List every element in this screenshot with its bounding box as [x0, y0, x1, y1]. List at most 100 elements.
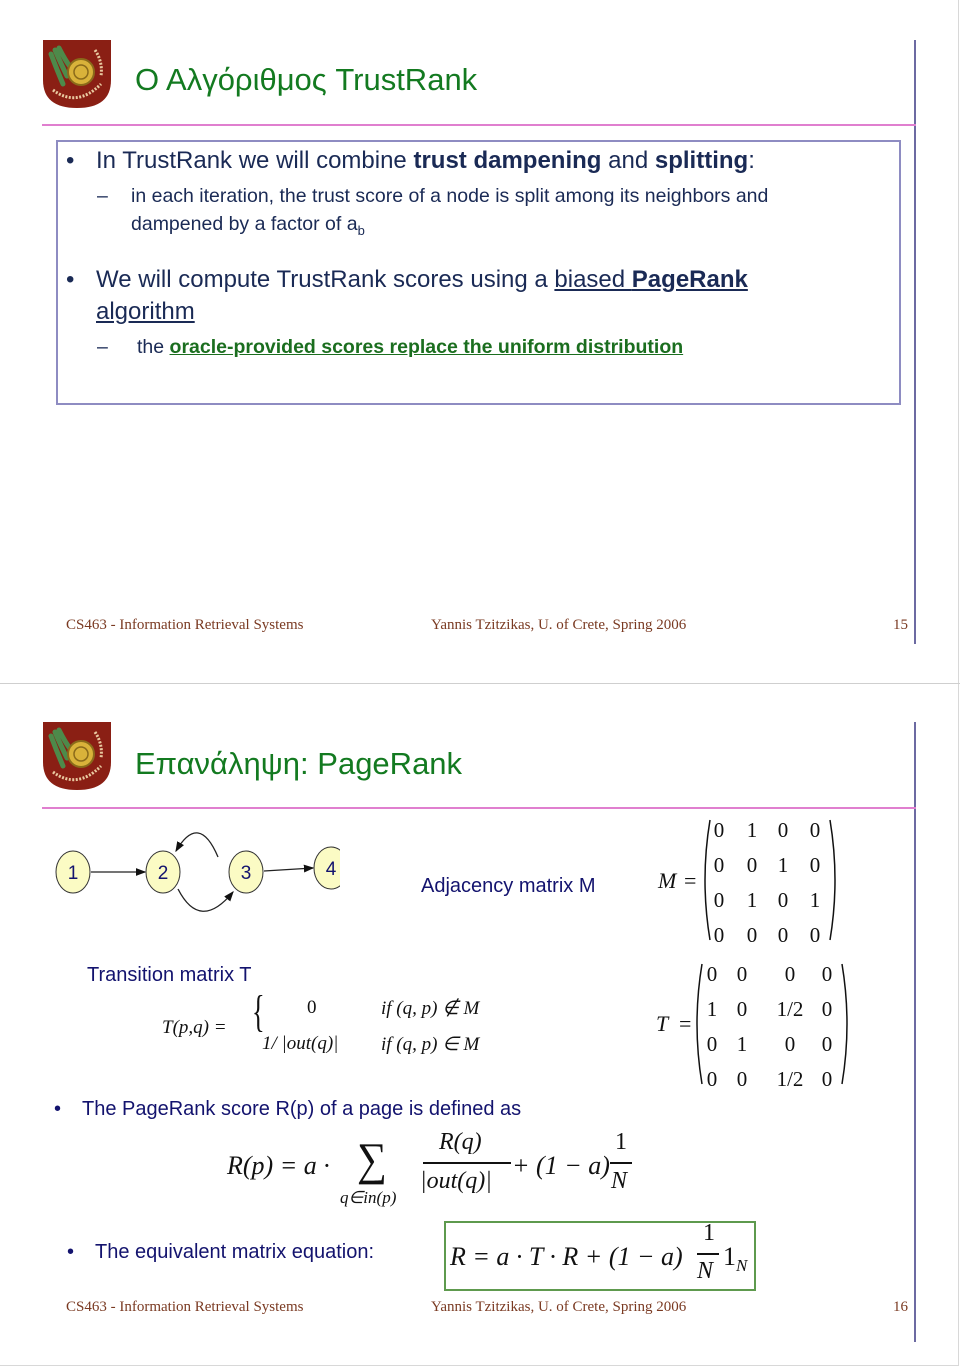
university-logo-icon	[43, 40, 111, 108]
sub-bullet-oracle: – the oracle-provided scores replace the…	[97, 336, 684, 358]
matrix-cell-r3-c4: 1	[809, 888, 821, 912]
case2-value: 1/ |out(q)|	[262, 1033, 339, 1054]
cases-brace: {	[252, 987, 265, 1036]
fraction-bar	[697, 1253, 719, 1255]
case1-value: 0	[307, 997, 317, 1018]
matrix-cell-r4-c3: 1/2	[776, 1067, 804, 1091]
formula-damping-term: + (1 − a)	[512, 1151, 610, 1180]
fraction-bar	[423, 1162, 511, 1164]
adjacency-symbol: M	[658, 868, 677, 893]
matrix-cell-r2-c4: 0	[821, 997, 833, 1021]
matrix-cell-r2-c3: 1	[777, 853, 789, 877]
link-algorithm[interactable]: algorithm	[96, 298, 195, 325]
ones-vector: 1N	[723, 1242, 748, 1276]
graph-node-4: 4	[313, 846, 340, 890]
svg-text:3: 3	[241, 863, 252, 884]
footer-page-number: 15	[893, 617, 908, 633]
bullet-biased-pagerank: • We will compute TrustRank scores using…	[66, 266, 748, 293]
matrix-cell-r4-c1: 0	[706, 1067, 718, 1091]
matrix-cell-r1-c4: 0	[821, 962, 833, 986]
edge-3-2	[175, 832, 219, 858]
matrix-equation: R = a · T · R + (1 − a) 1 N 1N	[444, 1220, 756, 1291]
matrix-cell-r3-c3: 0	[777, 888, 789, 912]
fraction-numerator: R(q)	[439, 1129, 482, 1155]
matrix-cell-r1-c4: 0	[809, 818, 821, 842]
matrix-cell-r4-c1: 0	[713, 923, 725, 947]
transition-label: Transition matrix T	[87, 964, 252, 986]
matrix-cell-r2-c1: 1	[706, 997, 718, 1021]
matrix-cell-r4-c2: 0	[736, 1067, 748, 1091]
slide-title: Επανάληψη: PageRank	[135, 746, 463, 781]
matrix-cell-r1-c3: 0	[777, 818, 789, 842]
slide-title: Ο Αλγόριθμος TrustRank	[135, 62, 478, 97]
slide-15: Ο Αλγόριθμος TrustRank • In TrustRank we…	[0, 0, 960, 683]
sum-symbol: ∑	[357, 1134, 387, 1186]
fraction-bar	[610, 1162, 632, 1164]
bullet-icon: •	[66, 266, 75, 293]
matrix-cell-r1-c2: 0	[736, 962, 748, 986]
matrix-cell-r2-c3: 1/2	[776, 997, 804, 1021]
svg-text:1: 1	[68, 863, 79, 884]
matrix-cell-r2-c2: 0	[746, 853, 758, 877]
matrix-cell-r2-c4: 0	[809, 853, 821, 877]
link-oracle-scores[interactable]: oracle-provided scores replace the unifo…	[170, 336, 684, 358]
matrix-cell-r4-c4: 0	[821, 1067, 833, 1091]
transition-equals: =	[679, 1011, 692, 1036]
fraction-denominator: |out(q)|	[420, 1168, 492, 1194]
matrix-cell-r1-c2: 1	[746, 818, 758, 842]
matrix-cell-r2-c1: 0	[713, 853, 725, 877]
matrix-cell-r3-c2: 1	[736, 1032, 748, 1056]
term-trust-dampening: trust dampening	[413, 147, 602, 174]
svg-text:2: 2	[158, 863, 169, 884]
bullet-icon: •	[66, 147, 75, 174]
matrix-cell-r3-c1: 0	[706, 1032, 718, 1056]
matrix-cell-r1-c1: 0	[706, 962, 718, 986]
matrix-cell-r2-c2: 0	[736, 997, 748, 1021]
fraction-N: N	[697, 1258, 714, 1284]
fraction-N: N	[611, 1168, 628, 1194]
link-pagerank[interactable]: PageRank	[632, 266, 748, 293]
pagerank-def-bullet: • The PageRank score R(p) of a page is d…	[54, 1098, 522, 1120]
slide-right-border	[914, 40, 916, 644]
footer-author: Yannis Tzitzikas, U. of Crete, Spring 20…	[431, 1299, 687, 1315]
footer-course: CS463 - Information Retrieval Systems	[66, 1299, 304, 1315]
sub-bullet-iteration: – in each iteration, the trust score of …	[97, 185, 769, 207]
dash-icon: –	[97, 336, 108, 358]
matrix-cell-r1-c3: 0	[784, 962, 796, 986]
edge-3-4	[263, 864, 315, 873]
graph-node-1: 1	[55, 850, 91, 894]
transition-def-lhs: T(p,q) =	[162, 1017, 227, 1038]
adjacency-equals: =	[684, 868, 697, 893]
pagerank-formula: R(p) = a · ∑ q∈in(p) R(q) |out(q)| + (1 …	[215, 1124, 645, 1211]
bullet-icon: •	[67, 1241, 75, 1263]
case1-condition: if (q, p) ∉ M	[381, 998, 480, 1019]
fraction-one: 1	[703, 1220, 715, 1246]
bullet-trustrank-combine: • In TrustRank we will combine trust dam…	[66, 147, 755, 174]
svg-text:4: 4	[326, 859, 337, 880]
matrix-cell-r4-c4: 0	[809, 923, 821, 947]
university-logo-icon	[43, 722, 111, 790]
case2-condition: if (q, p) ∈ M	[381, 1034, 480, 1055]
edge-2-3	[177, 888, 234, 912]
transition-symbol: T	[656, 1011, 669, 1036]
matrix-cell-r4-c2: 0	[746, 923, 758, 947]
fraction-one: 1	[615, 1129, 627, 1155]
graph-node-2: 2	[145, 850, 181, 894]
term-splitting: splitting	[654, 147, 749, 174]
slide-right-border	[914, 722, 916, 1342]
matrix-cell-r3-c3: 0	[784, 1032, 796, 1056]
link-graph: 1 2 3 4	[55, 832, 340, 912]
matrix-cell-r1-c1: 0	[713, 818, 725, 842]
title-rule	[42, 807, 916, 809]
matrix-cell-r3-c1: 0	[713, 888, 725, 912]
sub-bullet-iteration-cont: dampened by a factor of ab	[131, 213, 365, 238]
bullet-biased-pagerank-cont: algorithm	[96, 298, 195, 326]
bullet-icon: •	[54, 1098, 62, 1120]
matrix-cell-r4-c3: 0	[777, 923, 789, 947]
link-biased[interactable]: biased	[554, 266, 631, 293]
formula-lhs: R(p) = a ·	[227, 1151, 330, 1180]
slide-16: Επανάληψη: PageRank 1 2 3 4 Adjacency ma…	[0, 684, 960, 1367]
dash-icon: –	[97, 185, 108, 207]
footer-course: CS463 - Information Retrieval Systems	[66, 617, 304, 633]
matrix-eq-bullet: • The equivalent matrix equation:	[67, 1241, 375, 1263]
